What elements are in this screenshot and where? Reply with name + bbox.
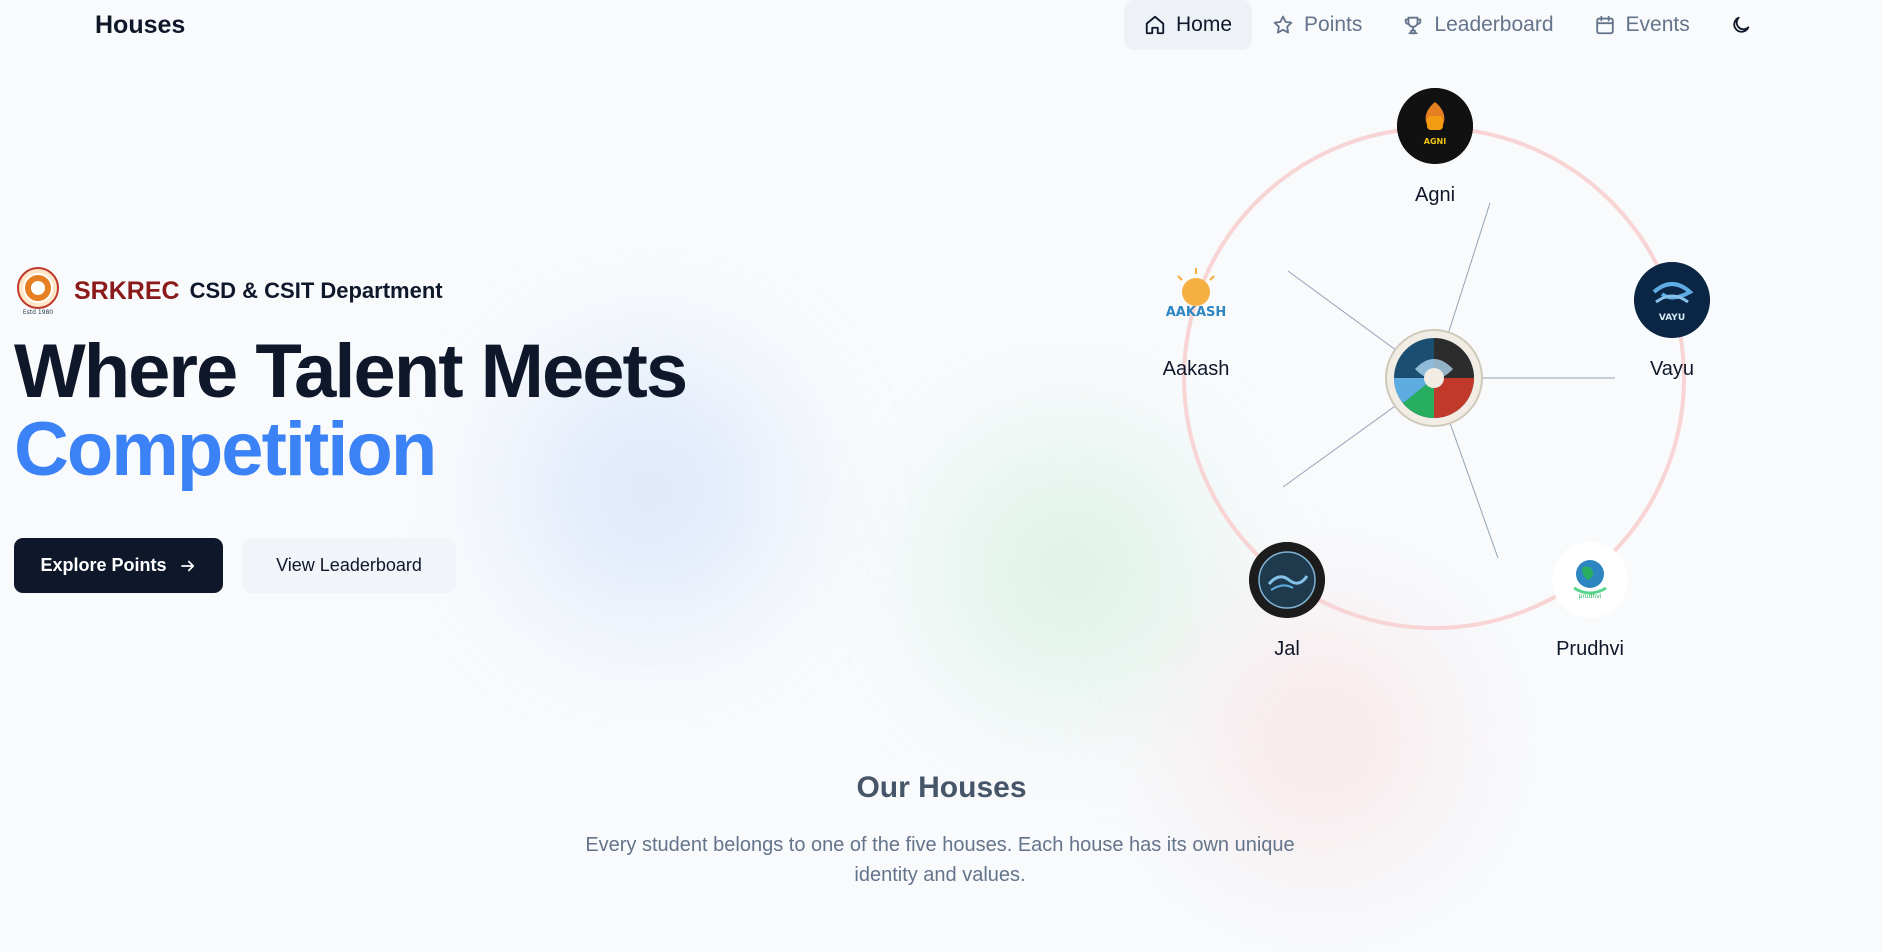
nav-leaderboard[interactable]: Leaderboard xyxy=(1382,0,1573,50)
section-description: Every student belongs to one of the five… xyxy=(585,834,1295,886)
aakash-logo: AAKASH xyxy=(1158,262,1234,338)
theme-toggle-button[interactable] xyxy=(1716,0,1766,50)
jal-logo xyxy=(1249,542,1325,618)
house-vayu[interactable]: VAYU Vayu xyxy=(1632,262,1712,381)
view-leaderboard-button[interactable]: View Leaderboard xyxy=(242,538,456,593)
house-agni[interactable]: AGNI Agni xyxy=(1395,88,1475,207)
water-wave-icon xyxy=(1249,542,1325,618)
nav-events[interactable]: Events xyxy=(1574,0,1710,50)
center-emblem xyxy=(1385,329,1483,427)
house-aakash[interactable]: AAKASH Aakash xyxy=(1156,262,1236,381)
agni-logo: AGNI xyxy=(1397,88,1473,164)
vayu-logo: VAYU xyxy=(1634,262,1710,338)
seal-text: Estd 1980 xyxy=(23,309,53,316)
prudhvi-logo-text: prudhvi xyxy=(1579,593,1602,600)
agni-logo-text: AGNI xyxy=(1424,137,1446,146)
house-name-vayu: Vayu xyxy=(1649,358,1695,380)
department-abbr: SRKREC xyxy=(74,276,180,305)
house-name-agni: Agni xyxy=(1414,184,1456,206)
nav-events-label: Events xyxy=(1625,13,1690,36)
hero-headline: Where Talent Meets Competition xyxy=(14,329,688,492)
nav-leaderboard-label: Leaderboard xyxy=(1434,13,1554,36)
nav-points-label: Points xyxy=(1304,13,1363,36)
sky-sun-icon: AAKASH xyxy=(1166,268,1227,320)
trophy-icon xyxy=(1405,16,1422,35)
arrow-right-icon xyxy=(180,560,194,571)
brand-title[interactable]: Houses xyxy=(95,11,185,40)
nav-home[interactable]: Home xyxy=(1124,0,1253,50)
prudhvi-logo: prudhvi xyxy=(1552,542,1628,618)
top-navbar: Houses Home Points Leaderboard Events xyxy=(0,0,1883,50)
main-nav: Home Points Leaderboard Events xyxy=(1124,0,1766,50)
home-icon xyxy=(1145,15,1165,35)
view-leaderboard-label: View Leaderboard xyxy=(276,555,422,575)
five-elements-emblem-icon xyxy=(1385,329,1483,427)
headline-line-2: Competition xyxy=(14,407,437,492)
nav-home-label: Home xyxy=(1176,13,1233,36)
explore-points-button[interactable]: Explore Points xyxy=(14,538,223,593)
aakash-logo-text: AAKASH xyxy=(1166,305,1227,320)
house-name-prudhvi: Prudhvi xyxy=(1556,638,1624,660)
explore-points-label: Explore Points xyxy=(40,555,167,575)
fist-fire-icon: AGNI xyxy=(1397,88,1473,164)
house-jal[interactable]: Jal xyxy=(1247,542,1327,661)
wind-swirl-icon: VAYU xyxy=(1634,262,1710,338)
star-icon xyxy=(1273,15,1293,34)
department-name: CSD & CSIT Department xyxy=(189,278,443,303)
section-title: Our Houses xyxy=(856,771,1027,804)
vayu-logo-text: VAYU xyxy=(1659,313,1685,323)
college-seal-logo: Estd 1980 xyxy=(17,267,59,316)
house-prudhvi[interactable]: prudhvi Prudhvi xyxy=(1540,542,1640,661)
headline-line-1: Where Talent Meets xyxy=(14,329,688,414)
department-badge: Estd 1980 SRKREC CSD & CSIT Department xyxy=(16,266,443,316)
moon-icon xyxy=(1733,16,1749,33)
earth-globe-icon: prudhvi xyxy=(1552,542,1628,618)
house-name-aakash: Aakash xyxy=(1162,358,1230,380)
nav-points[interactable]: Points xyxy=(1252,0,1382,50)
calendar-icon xyxy=(1595,15,1614,35)
house-name-jal: Jal xyxy=(1274,638,1300,660)
houses-orbit: AGNI Agni VAYU Vayu prudhvi Prudhvi Jal … xyxy=(1140,80,1740,680)
